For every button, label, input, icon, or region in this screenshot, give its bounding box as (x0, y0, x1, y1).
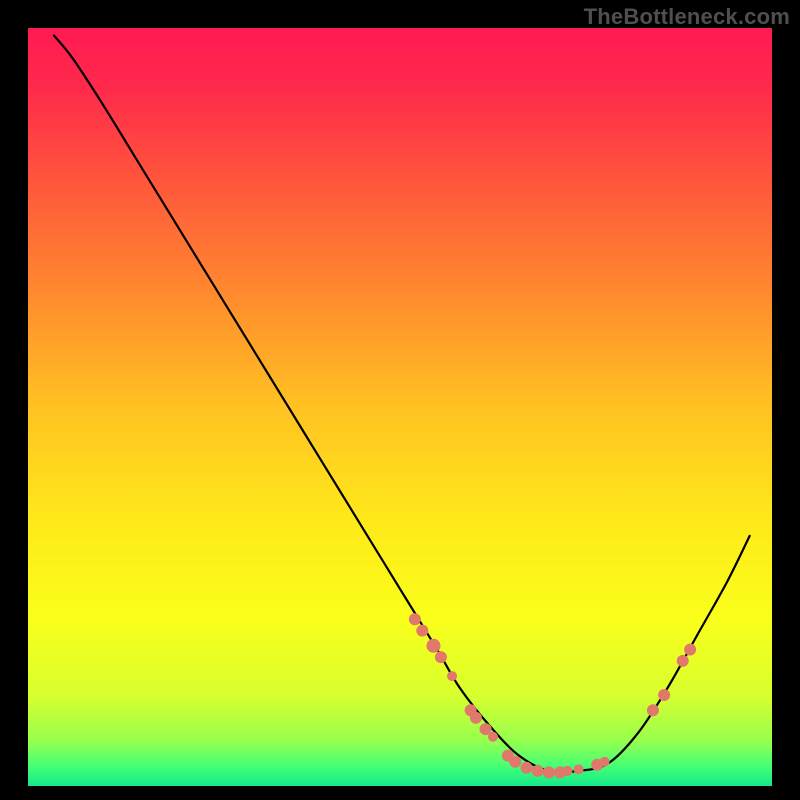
chart-canvas: TheBottleneck.com (0, 0, 800, 800)
curve-marker (416, 625, 428, 637)
curve-marker (647, 704, 659, 716)
curve-marker (532, 765, 544, 777)
plot-background (28, 28, 772, 786)
curve-marker (426, 639, 440, 653)
curve-marker (684, 644, 696, 656)
curve-marker (562, 766, 572, 776)
watermark-text: TheBottleneck.com (584, 4, 790, 30)
curve-marker (600, 757, 610, 767)
curve-marker (488, 732, 498, 742)
curve-marker (520, 762, 532, 774)
curve-marker (658, 689, 670, 701)
curve-marker (470, 712, 482, 724)
curve-marker (447, 671, 457, 681)
curve-marker (677, 655, 689, 667)
curve-marker (574, 764, 584, 774)
curve-marker (509, 756, 521, 768)
curve-marker (543, 766, 555, 778)
curve-marker (409, 613, 421, 625)
chart-svg (0, 0, 800, 800)
curve-marker (435, 651, 447, 663)
